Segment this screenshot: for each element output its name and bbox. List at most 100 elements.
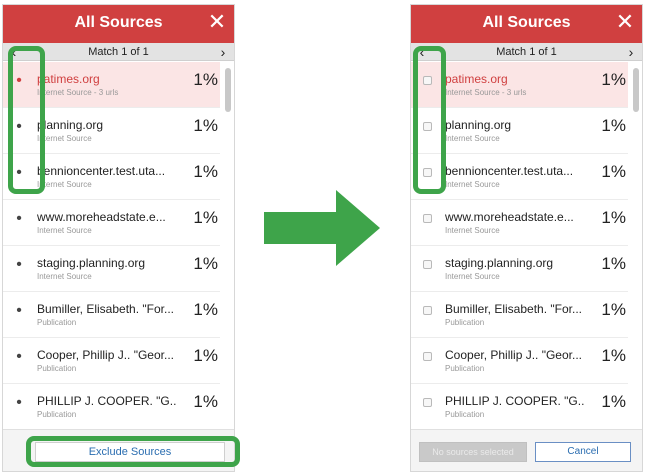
exclude-sources-button[interactable]: Exclude Sources bbox=[35, 442, 225, 462]
source-row[interactable]: • PHILLIP J. COOPER. "G... Publication 1… bbox=[3, 384, 220, 430]
source-checkbox[interactable] bbox=[423, 214, 432, 223]
source-name[interactable]: Bumiller, Elisabeth. "For... bbox=[37, 302, 177, 316]
source-percent: 1% bbox=[193, 208, 218, 227]
source-type: Internet Source bbox=[445, 134, 500, 143]
bullet-icon: • bbox=[16, 302, 22, 319]
arrow-right-icon bbox=[264, 190, 380, 266]
panel-footer: No sources selected Cancel bbox=[411, 429, 642, 471]
source-row[interactable]: bennioncenter.test.uta... Internet Sourc… bbox=[411, 154, 628, 200]
source-row[interactable]: • Bumiller, Elisabeth. "For... Publicati… bbox=[3, 292, 220, 338]
source-type: Internet Source - 3 urls bbox=[37, 88, 119, 97]
source-row[interactable]: • bennioncenter.test.uta... Internet Sou… bbox=[3, 154, 220, 200]
sources-panel-before: All Sources ✕ ‹ Match 1 of 1 › • patimes… bbox=[2, 4, 235, 472]
source-checkbox[interactable] bbox=[423, 398, 432, 407]
source-percent: 1% bbox=[601, 116, 626, 135]
source-type: Publication bbox=[445, 318, 485, 327]
panel-title: All Sources bbox=[482, 14, 571, 31]
panel-footer: Exclude Sources bbox=[3, 429, 234, 471]
chevron-right-icon[interactable]: › bbox=[214, 43, 232, 61]
source-row[interactable]: Bumiller, Elisabeth. "For... Publication… bbox=[411, 292, 628, 338]
source-checkbox[interactable] bbox=[423, 260, 432, 269]
source-name[interactable]: patimes.org bbox=[445, 72, 585, 86]
scrollbar-thumb[interactable] bbox=[633, 68, 639, 112]
bullet-icon: • bbox=[16, 210, 22, 227]
source-name[interactable]: www.moreheadstate.e... bbox=[445, 210, 585, 224]
source-checkbox[interactable] bbox=[423, 306, 432, 315]
source-type: Internet Source bbox=[445, 180, 500, 189]
bullet-icon: • bbox=[16, 394, 22, 411]
source-checkbox[interactable] bbox=[423, 168, 432, 177]
chevron-right-icon[interactable]: › bbox=[622, 43, 640, 61]
source-percent: 1% bbox=[193, 162, 218, 181]
source-type: Internet Source bbox=[37, 134, 92, 143]
source-name[interactable]: PHILLIP J. COOPER. "G... bbox=[445, 394, 585, 408]
source-name[interactable]: Cooper, Phillip J.. "Geor... bbox=[37, 348, 177, 362]
source-type: Internet Source bbox=[37, 226, 92, 235]
source-row[interactable]: www.moreheadstate.e... Internet Source 1… bbox=[411, 200, 628, 246]
bullet-icon: • bbox=[16, 348, 22, 365]
source-percent: 1% bbox=[193, 392, 218, 411]
source-type: Publication bbox=[37, 410, 77, 419]
no-sources-selected-button[interactable]: No sources selected bbox=[419, 442, 527, 462]
panel-header: All Sources ✕ bbox=[411, 5, 642, 43]
match-bar: ‹ Match 1 of 1 › bbox=[411, 43, 642, 61]
source-checkbox[interactable] bbox=[423, 122, 432, 131]
close-icon[interactable]: ✕ bbox=[614, 11, 636, 33]
source-type: Publication bbox=[37, 318, 77, 327]
source-checkbox[interactable] bbox=[423, 352, 432, 361]
source-row[interactable]: • Cooper, Phillip J.. "Geor... Publicati… bbox=[3, 338, 220, 384]
panel-header: All Sources ✕ bbox=[3, 5, 234, 43]
source-row[interactable]: Cooper, Phillip J.. "Geor... Publication… bbox=[411, 338, 628, 384]
source-row[interactable]: staging.planning.org Internet Source 1% bbox=[411, 246, 628, 292]
chevron-left-icon[interactable]: ‹ bbox=[413, 43, 431, 61]
source-type: Publication bbox=[445, 410, 485, 419]
source-type: Internet Source bbox=[37, 272, 92, 281]
source-percent: 1% bbox=[601, 346, 626, 365]
sources-panel-after: All Sources ✕ ‹ Match 1 of 1 › patimes.o… bbox=[410, 4, 643, 472]
source-percent: 1% bbox=[193, 254, 218, 273]
bullet-icon: • bbox=[16, 72, 22, 89]
source-name[interactable]: Cooper, Phillip J.. "Geor... bbox=[445, 348, 585, 362]
list-scrollbar[interactable] bbox=[633, 62, 640, 432]
source-row[interactable]: • staging.planning.org Internet Source 1… bbox=[3, 246, 220, 292]
source-name[interactable]: bennioncenter.test.uta... bbox=[445, 164, 585, 178]
source-name[interactable]: staging.planning.org bbox=[37, 256, 177, 270]
source-percent: 1% bbox=[193, 116, 218, 135]
bullet-icon: • bbox=[16, 118, 22, 135]
source-checkbox[interactable] bbox=[423, 76, 432, 85]
source-list: patimes.org Internet Source - 3 urls 1% … bbox=[411, 62, 642, 432]
close-icon[interactable]: ✕ bbox=[206, 11, 228, 33]
source-row[interactable]: planning.org Internet Source 1% bbox=[411, 108, 628, 154]
source-list: • patimes.org Internet Source - 3 urls 1… bbox=[3, 62, 234, 432]
source-percent: 1% bbox=[601, 392, 626, 411]
source-name[interactable]: bennioncenter.test.uta... bbox=[37, 164, 177, 178]
match-counter: Match 1 of 1 bbox=[496, 46, 557, 58]
source-row[interactable]: • planning.org Internet Source 1% bbox=[3, 108, 220, 154]
chevron-left-icon[interactable]: ‹ bbox=[5, 43, 23, 61]
source-type: Internet Source - 3 urls bbox=[445, 88, 527, 97]
source-type: Internet Source bbox=[445, 272, 500, 281]
source-name[interactable]: staging.planning.org bbox=[445, 256, 585, 270]
source-percent: 1% bbox=[601, 70, 626, 89]
source-name[interactable]: Bumiller, Elisabeth. "For... bbox=[445, 302, 585, 316]
source-row[interactable]: • patimes.org Internet Source - 3 urls 1… bbox=[3, 62, 220, 108]
list-scrollbar[interactable] bbox=[225, 62, 232, 432]
source-percent: 1% bbox=[193, 70, 218, 89]
source-type: Internet Source bbox=[445, 226, 500, 235]
bullet-icon: • bbox=[16, 164, 22, 181]
bullet-icon: • bbox=[16, 256, 22, 273]
source-name[interactable]: planning.org bbox=[445, 118, 585, 132]
scrollbar-thumb[interactable] bbox=[225, 68, 231, 112]
source-name[interactable]: planning.org bbox=[37, 118, 177, 132]
source-row[interactable]: patimes.org Internet Source - 3 urls 1% bbox=[411, 62, 628, 108]
match-bar: ‹ Match 1 of 1 › bbox=[3, 43, 234, 61]
source-name[interactable]: PHILLIP J. COOPER. "G... bbox=[37, 394, 177, 408]
source-name[interactable]: www.moreheadstate.e... bbox=[37, 210, 177, 224]
source-name[interactable]: patimes.org bbox=[37, 72, 177, 86]
source-percent: 1% bbox=[193, 300, 218, 319]
source-row[interactable]: • www.moreheadstate.e... Internet Source… bbox=[3, 200, 220, 246]
cancel-button[interactable]: Cancel bbox=[535, 442, 631, 462]
source-percent: 1% bbox=[601, 162, 626, 181]
source-type: Publication bbox=[37, 364, 77, 373]
source-row[interactable]: PHILLIP J. COOPER. "G... Publication 1% bbox=[411, 384, 628, 430]
